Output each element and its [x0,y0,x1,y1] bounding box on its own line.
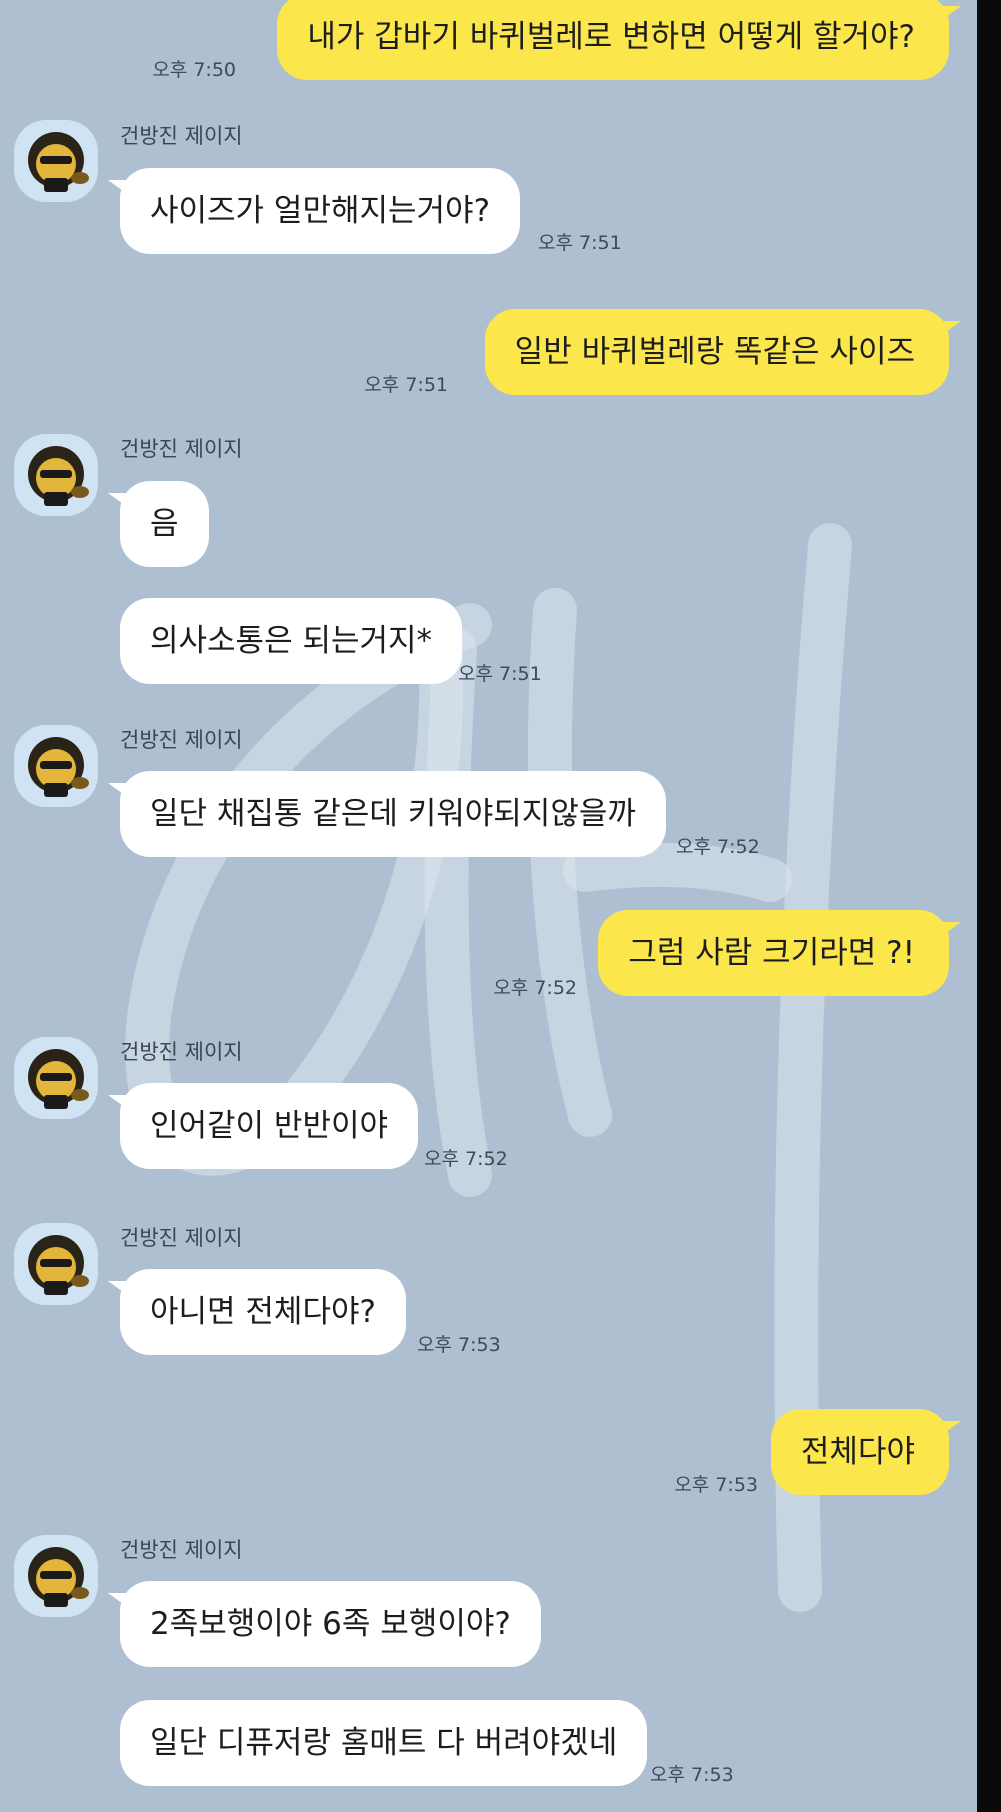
message-text: 인어같이 반반이야 [150,1108,389,1144]
sender-name: 건방진 제이지 [120,1040,243,1064]
bubble-tail [108,180,130,196]
bubble-tail [108,1281,130,1297]
message-text: 음 [150,506,179,542]
message-text: 전체다야 [800,1434,915,1470]
message-time: 오후 7:52 [493,977,577,999]
sender-name: 건방진 제이지 [120,728,243,752]
bubble-tail [108,783,130,799]
scrollbar-track[interactable] [977,0,1001,1812]
message-time: 오후 7:51 [458,663,542,685]
bubble-tail [939,1421,961,1437]
bubble-tail [939,922,961,938]
bubble-tail [108,493,130,509]
message-time: 오후 7:51 [364,374,448,396]
message-text: 아니면 전체다야? [150,1294,376,1330]
sender-name: 건방진 제이지 [120,124,243,148]
message-time: 오후 7:52 [676,836,760,858]
their-message-bubble[interactable]: 인어같이 반반이야 [108,1083,419,1169]
message-text: 의사소통은 되는거지* [150,623,433,659]
message-text: 일반 바퀴벌레랑 똑같은 사이즈 [514,334,915,370]
bubble-tail [939,6,961,22]
sender-name: 건방진 제이지 [120,1226,243,1250]
message-time: 오후 7:50 [152,59,236,81]
bubble-tail [108,1095,130,1111]
avatar[interactable] [14,120,98,202]
their-message-bubble[interactable]: 2족보행이야 6족 보행이야? [108,1581,541,1667]
message-time: 오후 7:52 [424,1148,508,1170]
my-message-bubble[interactable]: 그럼 사람 크기라면 ?! [598,910,961,996]
avatar[interactable] [14,434,98,516]
message-text: 일단 채집통 같은데 키워야되지않을까 [150,796,636,832]
bubble-tail [108,1593,130,1609]
avatar[interactable] [14,725,98,807]
message-time: 오후 7:53 [650,1764,734,1786]
message-text: 일단 디퓨저랑 홈매트 다 버려야겠네 [150,1725,618,1761]
my-message-bubble[interactable]: 내가 갑바기 바퀴벌레로 변하면 어떻게 할거야? [277,0,961,80]
my-message-bubble[interactable]: 전체다야 [770,1409,961,1495]
my-message-bubble[interactable]: 일반 바퀴벌레랑 똑같은 사이즈 [484,309,961,395]
their-message-bubble[interactable]: 음 [108,481,209,567]
message-text: 내가 갑바기 바퀴벌레로 변하면 어떻게 할거야? [307,19,915,55]
sender-name: 건방진 제이지 [120,1538,243,1562]
their-message-bubble[interactable]: 일단 디퓨저랑 홈매트 다 버려야겠네 [120,1700,648,1786]
their-message-bubble[interactable]: 아니면 전체다야? [108,1269,406,1355]
message-time: 오후 7:53 [674,1474,758,1496]
bubble-tail [939,321,961,337]
message-text: 그럼 사람 크기라면 ?! [628,935,915,971]
message-text: 사이즈가 얼만해지는거야? [150,193,491,229]
message-time: 오후 7:51 [538,232,622,254]
sender-name: 건방진 제이지 [120,437,243,461]
avatar[interactable] [14,1535,98,1617]
avatar[interactable] [14,1037,98,1119]
their-message-bubble[interactable]: 사이즈가 얼만해지는거야? [108,168,521,254]
message-time: 오후 7:53 [417,1334,501,1356]
chat-area[interactable]: 내가 갑바기 바퀴벌레로 변하면 어떻게 할거야? 오후 7:50 건방진 제이… [0,0,977,1812]
avatar[interactable] [14,1223,98,1305]
their-message-bubble[interactable]: 의사소통은 되는거지* [120,598,463,684]
message-text: 2족보행이야 6족 보행이야? [150,1606,511,1642]
their-message-bubble[interactable]: 일단 채집통 같은데 키워야되지않을까 [108,771,666,857]
